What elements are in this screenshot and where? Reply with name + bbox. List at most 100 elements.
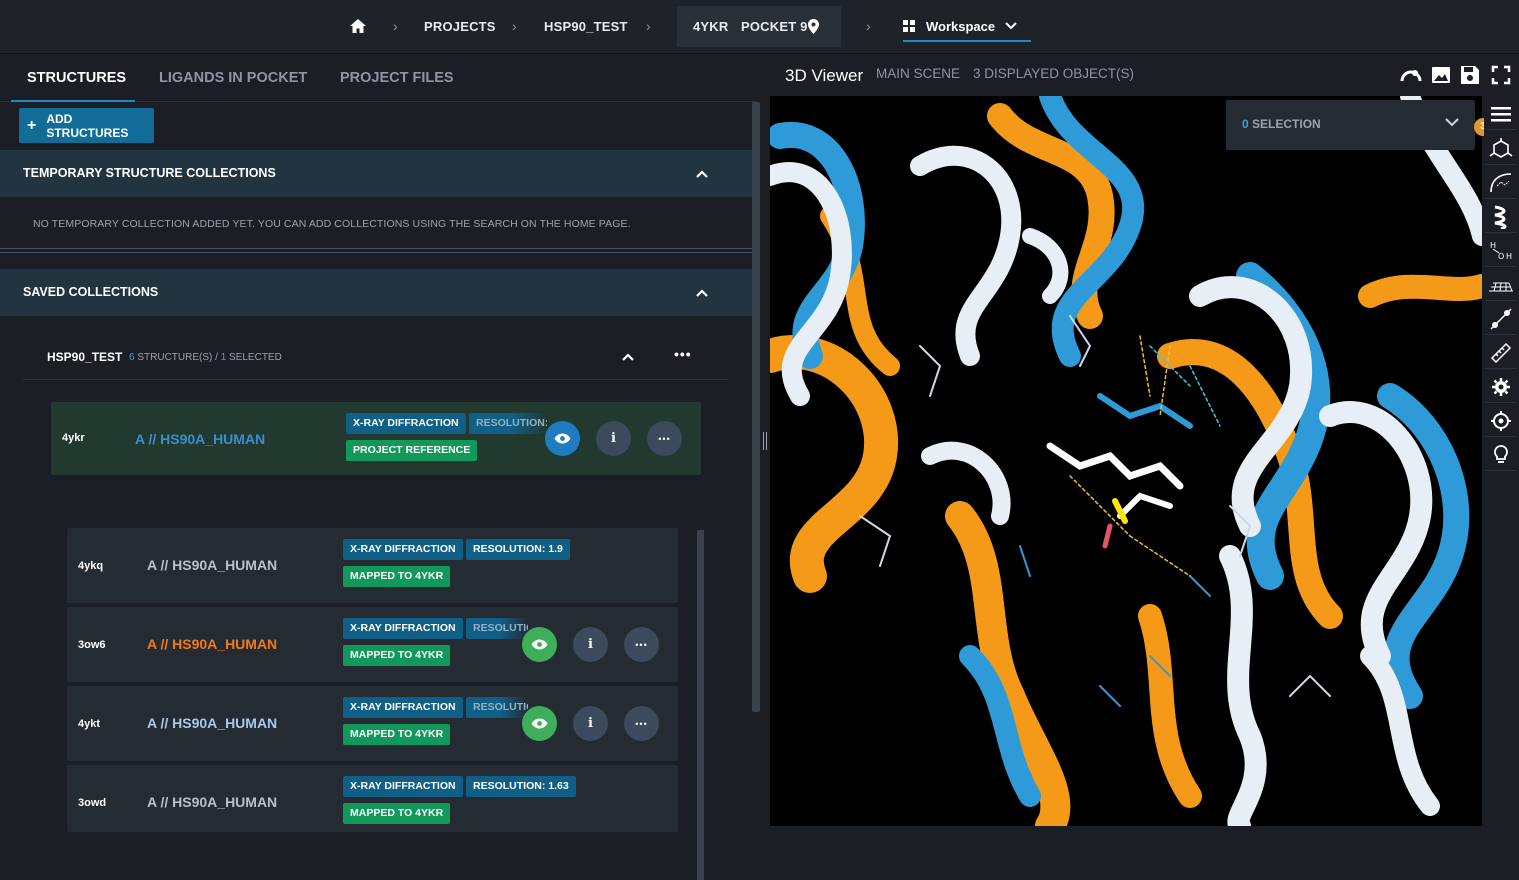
resolution-tag: RESOLUTION bbox=[466, 618, 528, 639]
hints-button[interactable] bbox=[1485, 439, 1517, 471]
method-tag: X-RAY DIFFRACTION bbox=[343, 776, 463, 797]
section-divider bbox=[0, 252, 752, 253]
workspace-label: Workspace bbox=[926, 19, 996, 34]
settings-button[interactable] bbox=[1485, 371, 1517, 403]
mapped-tag: MAPPED TO 4YKR bbox=[343, 566, 451, 587]
selection-dropdown[interactable]: 0 SELECTION bbox=[1226, 100, 1475, 150]
measure-icon bbox=[1490, 307, 1512, 330]
method-tag: X-RAY DIFFRACTION bbox=[343, 697, 463, 718]
breadcrumb-structure-pocket[interactable]: 4YKR POCKET 9 bbox=[677, 6, 841, 47]
more-button[interactable]: ••• bbox=[647, 421, 682, 456]
svg-text:O: O bbox=[1498, 252, 1504, 261]
more-icon: ••• bbox=[635, 639, 648, 650]
structure-id: 3ow6 bbox=[78, 639, 106, 651]
add-structures-label: ADD STRUCTURES bbox=[46, 111, 129, 140]
svg-text:H: H bbox=[1490, 241, 1496, 250]
visibility-button[interactable] bbox=[522, 706, 557, 741]
menu-button[interactable] bbox=[1485, 98, 1517, 130]
chevron-up-icon[interactable] bbox=[622, 348, 634, 364]
add-structures-button[interactable]: + ADD STRUCTURES bbox=[19, 108, 154, 143]
visibility-button[interactable] bbox=[545, 421, 580, 456]
breadcrumb-chevron-icon: › bbox=[393, 18, 398, 34]
chevron-up-icon[interactable] bbox=[696, 150, 708, 197]
selection-label: 0 SELECTION bbox=[1242, 117, 1321, 131]
save-icon[interactable] bbox=[1459, 64, 1481, 86]
structure-chain[interactable]: A // HS90A_HUMAN bbox=[147, 636, 277, 652]
ruler-button[interactable] bbox=[1485, 337, 1517, 369]
home-icon[interactable] bbox=[349, 17, 367, 35]
section-divider bbox=[0, 248, 752, 249]
breadcrumb-chevron-icon: › bbox=[646, 18, 651, 34]
molecule-button[interactable] bbox=[1485, 133, 1517, 165]
structure-card[interactable]: 4ykt A // HS90A_HUMAN X-RAY DIFFRACTION … bbox=[67, 686, 678, 761]
list-scrollbar[interactable] bbox=[697, 530, 704, 880]
image-icon[interactable] bbox=[1430, 64, 1452, 86]
structure-chain[interactable]: A // HS90A_HUMAN bbox=[147, 794, 277, 810]
more-button[interactable]: ••• bbox=[624, 627, 659, 662]
mesh-button[interactable] bbox=[1485, 269, 1517, 301]
more-button[interactable]: ••• bbox=[624, 706, 659, 741]
more-icon[interactable]: ••• bbox=[674, 346, 692, 362]
structure-card[interactable]: 3owd A // HS90A_HUMAN X-RAY DIFFRACTION … bbox=[67, 765, 678, 832]
breadcrumb-structure[interactable]: 4YKR bbox=[693, 6, 728, 47]
saved-collections-header[interactable]: SAVED COLLECTIONS bbox=[0, 269, 752, 316]
cartoon-button[interactable] bbox=[1485, 201, 1517, 233]
eye-icon bbox=[531, 639, 548, 650]
surface-button[interactable] bbox=[1485, 167, 1517, 199]
tab-ligands-in-pocket[interactable]: LIGANDS IN POCKET bbox=[159, 54, 307, 102]
protein-render[interactable] bbox=[770, 96, 1482, 826]
structure-id: 4ykq bbox=[78, 560, 104, 572]
breadcrumb-pocket[interactable]: POCKET 9 bbox=[741, 6, 808, 47]
breadcrumb-project[interactable]: HSP90_TEST bbox=[544, 0, 628, 52]
tab-structures[interactable]: STRUCTURES bbox=[11, 54, 135, 102]
viewer-scene[interactable]: MAIN SCENE bbox=[876, 66, 960, 81]
resolution-tag: RESOLUTION: 1.63 bbox=[466, 776, 576, 797]
hydrogen-button[interactable]: HOH bbox=[1485, 235, 1517, 267]
structure-card[interactable]: 4ykr A // HS90A_HUMAN X-RAY DIFFRACTION … bbox=[51, 402, 701, 475]
temporary-empty-message: NO TEMPORARY COLLECTION ADDED YET. YOU C… bbox=[33, 218, 631, 230]
structure-card[interactable]: 3ow6 A // HS90A_HUMAN X-RAY DIFFRACTION … bbox=[67, 607, 678, 682]
collection-meta: 6 STRUCTURE(S) / 1 SELECTED bbox=[129, 352, 282, 363]
structure-chain[interactable]: A // HS90A_HUMAN bbox=[147, 557, 277, 573]
collection-row[interactable]: HSP90_TEST 6 STRUCTURE(S) / 1 SELECTED •… bbox=[23, 334, 728, 380]
breadcrumb-projects[interactable]: PROJECTS bbox=[424, 0, 496, 52]
info-button[interactable]: i bbox=[596, 421, 631, 456]
top-navigation-bar: › PROJECTS › HSP90_TEST › 4YKR POCKET 9 … bbox=[0, 0, 1519, 54]
share-icon[interactable] bbox=[1400, 64, 1422, 86]
measure-button[interactable] bbox=[1485, 303, 1517, 335]
viewer-toolbar: HOH bbox=[1484, 96, 1519, 832]
info-button[interactable]: i bbox=[573, 627, 608, 662]
location-pin-icon bbox=[808, 19, 819, 34]
fullscreen-icon[interactable] bbox=[1490, 64, 1512, 86]
center-button[interactable] bbox=[1485, 405, 1517, 437]
info-button[interactable]: i bbox=[573, 706, 608, 741]
chevron-down-icon bbox=[1005, 22, 1017, 30]
structure-card[interactable]: 4ykq A // HS90A_HUMAN X-RAY DIFFRACTION … bbox=[67, 528, 678, 603]
chevron-up-icon[interactable] bbox=[696, 269, 708, 316]
structure-id: 4ykr bbox=[62, 432, 85, 444]
viewer-objects[interactable]: 3 DISPLAYED OBJECT(S) bbox=[973, 66, 1134, 81]
structure-chain[interactable]: A // HS90A_HUMAN bbox=[147, 715, 277, 731]
svg-text:H: H bbox=[1506, 252, 1512, 261]
panel-splitter[interactable] bbox=[760, 54, 770, 832]
panel-scrollbar[interactable] bbox=[752, 102, 760, 712]
visibility-button[interactable] bbox=[522, 627, 557, 662]
workspace-dropdown[interactable]: Workspace bbox=[903, 12, 1031, 42]
resolution-tag: RESOLUTION: 1.9 bbox=[469, 413, 547, 434]
temporary-collections-header[interactable]: TEMPORARY STRUCTURE COLLECTIONS bbox=[0, 150, 752, 197]
temporary-collections-title: TEMPORARY STRUCTURE COLLECTIONS bbox=[23, 166, 276, 180]
eye-icon bbox=[554, 433, 571, 444]
structure-chain[interactable]: A // HS90A_HUMAN bbox=[135, 431, 265, 447]
method-tag: X-RAY DIFFRACTION bbox=[343, 539, 463, 560]
3d-viewer-canvas[interactable] bbox=[770, 96, 1482, 826]
breadcrumb-chevron-icon: › bbox=[512, 18, 517, 34]
reference-tag: PROJECT REFERENCE bbox=[346, 440, 478, 461]
more-icon: ••• bbox=[658, 433, 671, 444]
tab-project-files[interactable]: PROJECT FILES bbox=[340, 54, 454, 102]
splitter-grip-icon[interactable] bbox=[763, 432, 767, 450]
eye-icon bbox=[531, 718, 548, 729]
settings-icon bbox=[1492, 377, 1510, 396]
menu-icon bbox=[1491, 106, 1511, 121]
plus-icon: + bbox=[27, 116, 37, 134]
resolution-tag: RESOLUTION: 1.9 bbox=[466, 539, 570, 560]
